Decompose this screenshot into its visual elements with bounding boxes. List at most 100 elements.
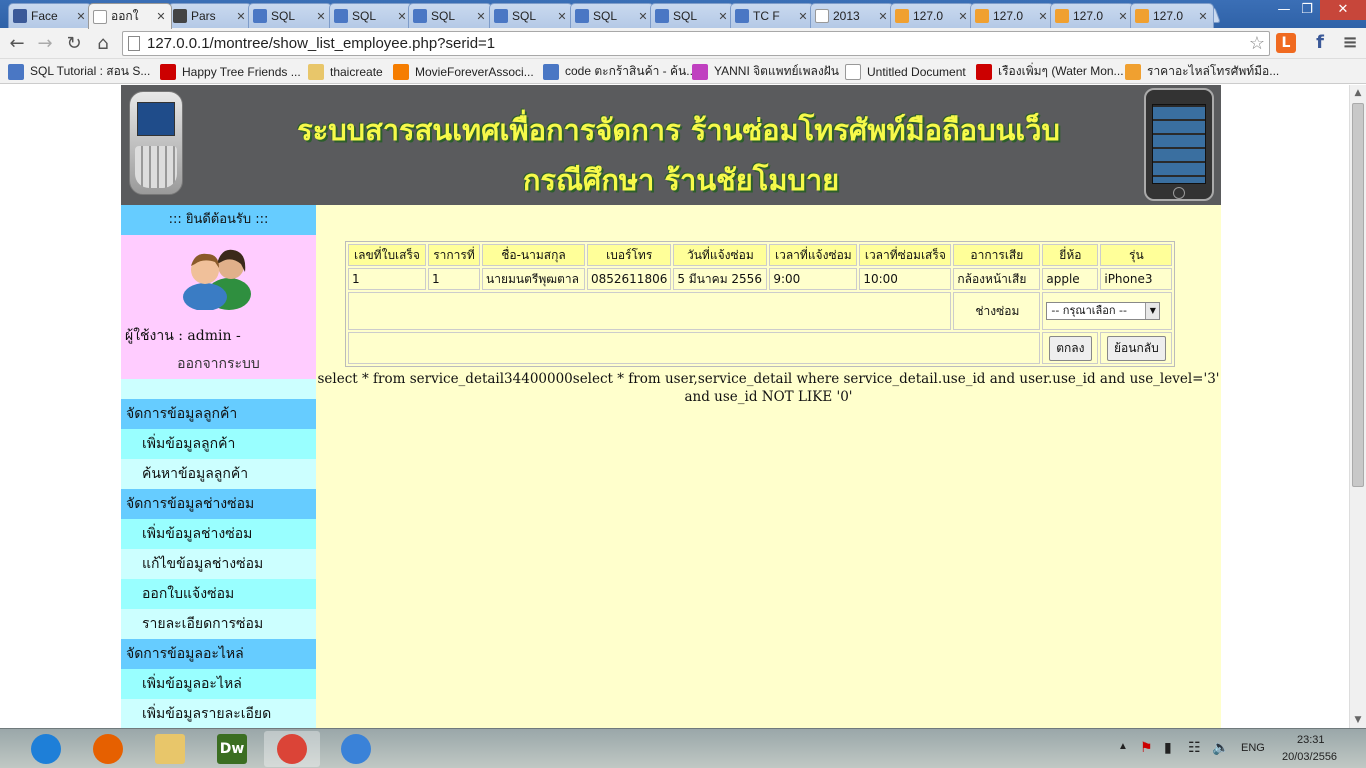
menu-item[interactable]: เพิ่มข้อมูลรายละเอียด: [121, 699, 316, 728]
tab-close-icon[interactable]: ✕: [1117, 10, 1129, 23]
browser-tab[interactable]: SQL ✕: [650, 3, 734, 28]
browser-tab[interactable]: SQL ✕: [248, 3, 332, 28]
bookmark-item[interactable]: Happy Tree Friends ...: [160, 63, 301, 80]
back-icon[interactable]: ←: [5, 32, 29, 56]
tab-title: 127.0: [1153, 9, 1184, 23]
scroll-up-icon[interactable]: ▲: [1350, 85, 1366, 101]
address-bar[interactable]: 127.0.0.1/montree/show_list_employee.php…: [122, 31, 1270, 56]
tab-close-icon[interactable]: ✕: [475, 10, 487, 23]
menu-item[interactable]: เพิ่มข้อมูลอะไหล่: [121, 669, 316, 699]
tab-close-icon[interactable]: ✕: [637, 10, 649, 23]
forward-icon[interactable]: →: [33, 32, 57, 56]
browser-tab[interactable]: SQL ✕: [570, 3, 654, 28]
browser-tab[interactable]: ออกใ ✕: [88, 3, 172, 29]
scrollbar-thumb[interactable]: [1352, 103, 1364, 487]
tab-close-icon[interactable]: ✕: [877, 10, 889, 23]
action-center-icon[interactable]: ⚑: [1140, 739, 1153, 756]
browser-tab[interactable]: 2013 ✕: [810, 3, 894, 28]
itunes-icon[interactable]: [328, 731, 384, 767]
tab-close-icon[interactable]: ✕: [315, 10, 327, 23]
ok-button[interactable]: ตกลง: [1049, 335, 1092, 361]
tab-title: TC F: [753, 9, 780, 23]
p-icon: [1125, 63, 1141, 80]
browser-tab[interactable]: 127.0 ✕: [890, 3, 974, 28]
table-cell: 10:00: [859, 268, 952, 290]
clock-time[interactable]: 23:31: [1297, 734, 1325, 746]
tab-close-icon[interactable]: ✕: [1197, 10, 1209, 23]
menu-item[interactable]: แก้ไขข้อมูลช่างซ่อม: [121, 549, 316, 579]
column-header: ชื่อ-นามสกุล: [482, 244, 585, 266]
bookmark-star-icon[interactable]: ☆: [1249, 32, 1265, 55]
w3-icon: [735, 9, 749, 23]
bookmark-item[interactable]: ราคาอะไหล่โทรศัพท์มือ...: [1125, 63, 1279, 80]
tab-title: 127.0: [993, 9, 1024, 23]
table-cell: กล้องหน้าเสีย: [953, 268, 1041, 290]
bookmark-item[interactable]: YANNI จิตแพทย์เพลงฝัน: [692, 63, 839, 80]
browser-tab[interactable]: Pars ✕: [168, 3, 252, 28]
language-indicator[interactable]: ENG: [1241, 742, 1265, 754]
browser-tab[interactable]: TC F ✕: [730, 3, 814, 28]
bookmark-item[interactable]: code ตะกร้าสินค้า - ค้น...: [543, 63, 696, 80]
table-row: 1 1 นายมนตรีพุฒตาล 0852611806 5 มีนาคม 2556 9…: [348, 268, 1173, 290]
tab-title: SQL: [431, 9, 456, 23]
clock-date[interactable]: 20/03/2556: [1282, 751, 1337, 763]
menu-item[interactable]: ออกใบแจ้งซ่อม: [121, 579, 316, 609]
system-subtitle: กรณีศึกษา ร้านชัยโมบาย: [522, 163, 840, 197]
browser-tab[interactable]: SQL ✕: [408, 3, 492, 28]
bookmark-item[interactable]: เรืองเพิ่มๆ (Water Mon...: [976, 63, 1124, 80]
extension-li-icon[interactable]: L: [1276, 33, 1296, 53]
reload-icon[interactable]: ↻: [62, 32, 86, 56]
bookmark-item[interactable]: MovieForeverAssoci...: [393, 63, 534, 80]
tab-close-icon[interactable]: ✕: [717, 10, 729, 23]
users-avatar-icon: [183, 249, 251, 310]
bookmark-item[interactable]: SQL Tutorial : สอน S...: [8, 63, 150, 80]
tab-title: ออกใ: [111, 9, 139, 23]
bookmark-item[interactable]: thaicreate: [308, 63, 383, 80]
chrome-menu-icon[interactable]: ≡: [1340, 33, 1360, 53]
system-title: ระบบสารสนเทศเพื่อการจัดการ ร้านซ่อมโทรศั…: [297, 113, 1060, 147]
ie-icon[interactable]: [18, 731, 74, 767]
browser-tab[interactable]: 127.0 ✕: [970, 3, 1054, 28]
close-window-icon[interactable]: ✕: [1320, 0, 1366, 20]
tab-close-icon[interactable]: ✕: [235, 10, 247, 23]
scroll-down-icon[interactable]: ▼: [1350, 712, 1366, 728]
tray-expand-icon[interactable]: ▲: [1118, 741, 1128, 752]
tab-close-icon[interactable]: ✕: [957, 10, 969, 23]
browser-tab[interactable]: 127.0 ✕: [1130, 3, 1214, 28]
menu-item[interactable]: เพิ่มข้อมูลช่างซ่อม: [121, 519, 316, 549]
browser-tab[interactable]: 127.0 ✕: [1050, 3, 1134, 28]
facebook-extension-icon[interactable]: f: [1310, 33, 1330, 53]
technician-select[interactable]: -- กรุณาเลือก -- ▼: [1046, 302, 1161, 320]
explorer-icon[interactable]: [142, 731, 198, 767]
back-button[interactable]: ย้อนกลับ: [1107, 335, 1166, 361]
dreamweaver-icon[interactable]: Dw: [204, 731, 260, 767]
loading-icon: [575, 9, 589, 23]
menu-item[interactable]: รายละเอียดการซ่อม: [121, 609, 316, 639]
network-icon[interactable]: ☷: [1188, 739, 1201, 756]
tab-close-icon[interactable]: ✕: [396, 10, 408, 23]
menu-item[interactable]: ค้นหาข้อมูลลูกค้า: [121, 459, 316, 489]
page-scrollbar[interactable]: ▲ ▼: [1349, 85, 1366, 728]
sidebar-menu: จัดการข้อมูลลูกค้า เพิ่มข้อมูลลูกค้า ค้นหา…: [121, 399, 316, 728]
w3-icon: [334, 9, 348, 23]
tab-close-icon[interactable]: ✕: [1037, 10, 1049, 23]
browser-tab[interactable]: Face ✕: [8, 3, 92, 28]
browser-tab[interactable]: SQL ✕: [489, 3, 573, 28]
browser-tab[interactable]: SQL ✕: [329, 3, 413, 28]
menu-item[interactable]: เพิ่มข้อมูลลูกค้า: [121, 429, 316, 459]
home-icon[interactable]: ⌂: [91, 32, 115, 56]
pma-icon: [1055, 9, 1069, 23]
tab-close-icon[interactable]: ✕: [155, 10, 167, 23]
tab-close-icon[interactable]: ✕: [75, 10, 87, 23]
chrome-icon[interactable]: [264, 731, 320, 767]
bookmark-item[interactable]: Untitled Document: [845, 63, 966, 80]
logout-link[interactable]: ออกจากระบบ: [121, 353, 316, 375]
restore-icon[interactable]: ❐: [1293, 0, 1321, 20]
tab-close-icon[interactable]: ✕: [556, 10, 568, 23]
tab-title: Face: [31, 9, 58, 23]
volume-icon[interactable]: 🔈: [1212, 739, 1229, 756]
firefox-icon[interactable]: [80, 731, 136, 767]
table-cell: 0852611806: [587, 268, 672, 290]
tab-close-icon[interactable]: ✕: [797, 10, 809, 23]
power-icon[interactable]: ▮: [1164, 739, 1172, 756]
